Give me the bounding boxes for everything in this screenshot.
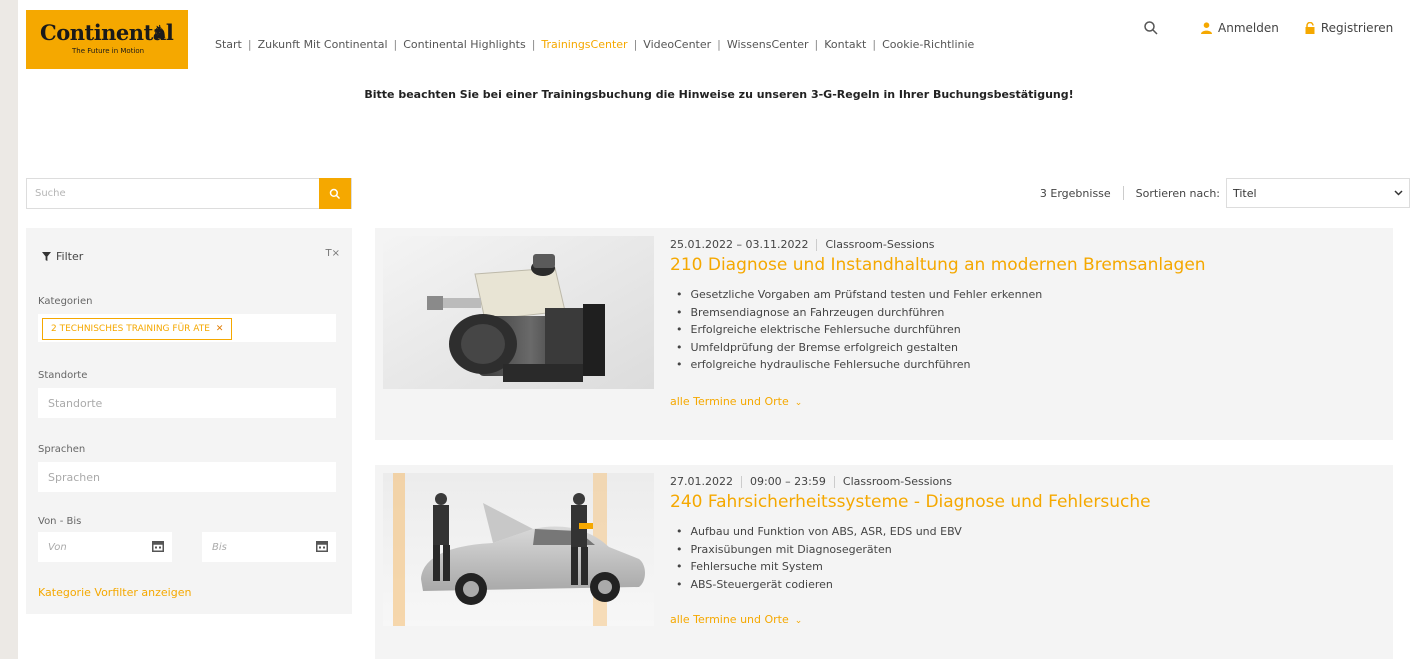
all-dates-link[interactable]: alle Termine und Orte ⌄ <box>670 395 802 408</box>
nav-separator: | <box>393 38 398 51</box>
sort-select-value: Titel <box>1233 186 1257 200</box>
page: Continental ♞ The Future in Motion Start… <box>18 0 1420 659</box>
filter-icon <box>42 252 51 261</box>
locations-label: Standorte <box>38 370 88 381</box>
from-date-field <box>38 532 172 562</box>
card-bullets: Aufbau und Funktion von ABS, ASR, EDS un… <box>676 523 962 593</box>
nav-separator: | <box>872 38 877 51</box>
chevron-down-icon: ⌄ <box>794 616 803 626</box>
bullet-item: erfolgreiche hydraulische Fehlersuche du… <box>676 356 1042 374</box>
bullet-item: Gesetzliche Vorgaben am Prüfstand testen… <box>676 286 1043 304</box>
calendar-icon[interactable] <box>316 540 328 552</box>
search-box <box>26 178 352 209</box>
card-time: 09:00 – 23:59 <box>749 475 826 488</box>
languages-input[interactable] <box>38 462 336 492</box>
search-icon <box>329 188 341 199</box>
card-dates: 25.01.2022 – 03.11.2022 <box>670 238 809 251</box>
continental-logo[interactable]: Continental ♞ The Future in Motion <box>26 10 188 69</box>
card-title[interactable]: 240 Fahrsicherheitssysteme - Diagnose un… <box>670 492 1151 512</box>
nav-item-kontakt[interactable]: Kontakt <box>824 38 866 51</box>
nav-item-start[interactable]: Start <box>215 38 242 51</box>
card-type: Classroom-Sessions <box>842 475 952 488</box>
nav-separator: | <box>717 38 721 51</box>
nav-item-wissenscenter[interactable]: WissensCenter <box>727 38 809 51</box>
login-label: Anmelden <box>1218 21 1279 35</box>
lock-icon <box>1305 22 1315 34</box>
sort-label: Sortieren nach: <box>1135 186 1220 200</box>
card-title[interactable]: 210 Diagnose und Instandhaltung an moder… <box>670 255 1206 275</box>
header-actions: Anmelden Registrieren <box>1143 20 1393 36</box>
search-input[interactable] <box>27 179 319 208</box>
nav-item-cookie-richtlinie[interactable]: Cookie-Richtlinie <box>882 38 974 51</box>
daterange-label: Von - Bis <box>38 516 82 527</box>
categories-label: Kategorien <box>38 296 93 307</box>
bullet-item: Aufbau und Funktion von ABS, ASR, EDS un… <box>676 523 962 541</box>
bullet-item: Praxisübungen mit Diagnosegeräten <box>676 541 962 559</box>
category-chip: 2 TECHNISCHES TRAINING FÜR ATE ✕ <box>42 318 233 340</box>
bullet-item: Erfolgreiche elektrische Fehlersuche dur… <box>676 321 1042 339</box>
register-button[interactable]: Registrieren <box>1305 21 1393 35</box>
locations-input[interactable] <box>38 388 336 418</box>
languages-label: Sprachen <box>38 444 86 455</box>
bullet-item: ABS-Steuergerät codieren <box>676 576 962 594</box>
all-dates-label: alle Termine und Orte <box>670 613 789 626</box>
nav-separator: | <box>814 38 819 51</box>
card-meta: 27.01.2022 09:00 – 23:59 Classroom-Sessi… <box>670 475 952 488</box>
remove-chip-icon[interactable]: ✕ <box>216 324 224 334</box>
nav-item-zukunft[interactable]: Zukunft Mit Continental <box>258 38 388 51</box>
divider <box>740 475 742 488</box>
nav-item-videocenter[interactable]: VideoCenter <box>643 38 711 51</box>
nav-separator: | <box>247 38 252 51</box>
all-dates-link[interactable]: alle Termine und Orte ⌄ <box>670 613 802 626</box>
card-dates: 27.01.2022 <box>670 475 733 488</box>
login-button[interactable]: Anmelden <box>1201 21 1279 35</box>
sort-select[interactable]: Titel <box>1226 178 1410 208</box>
brake-system-image[interactable] <box>383 236 654 389</box>
nav-item-trainingscenter[interactable]: TrainingsCenter <box>541 38 627 51</box>
workshop-car-image[interactable] <box>383 473 654 626</box>
category-chip-label: 2 TECHNISCHES TRAINING FÜR ATE <box>51 324 210 334</box>
bullet-item: Bremsendiagnose an Fahrzeugen durchführe… <box>676 304 1042 322</box>
card-type: Classroom-Sessions <box>825 238 935 251</box>
categories-field[interactable]: 2 TECHNISCHES TRAINING FÜR ATE ✕ <box>38 314 336 342</box>
search-button[interactable] <box>319 178 351 209</box>
chevron-down-icon <box>1394 190 1403 196</box>
horse-icon: ♞ <box>152 22 169 43</box>
register-label: Registrieren <box>1320 21 1394 35</box>
nav-separator: | <box>531 38 536 51</box>
filter-title: Filter <box>42 250 83 263</box>
all-dates-label: alle Termine und Orte <box>670 395 789 408</box>
to-date-field <box>202 532 336 562</box>
card-bullets: Gesetzliche Vorgaben am Prüfstand testen… <box>676 286 1043 374</box>
search-icon[interactable] <box>1143 20 1159 36</box>
booking-notice: Bitte beachten Sie bei einer Trainingsbu… <box>364 88 1074 101</box>
filter-panel: Filter T× Kategorien 2 TECHNISCHES TRAIN… <box>26 228 352 614</box>
clear-filter-icon[interactable]: T× <box>326 248 341 259</box>
training-card: 25.01.2022 – 03.11.2022 Classroom-Sessio… <box>375 228 1393 440</box>
logo-tagline: The Future in Motion <box>72 47 145 55</box>
training-card: 27.01.2022 09:00 – 23:59 Classroom-Sessi… <box>375 465 1393 659</box>
chevron-down-icon: ⌄ <box>794 398 803 408</box>
results-bar: 3 Ergebnisse Sortieren nach: Titel <box>1040 178 1410 208</box>
category-prefilter-link[interactable]: Kategorie Vorfilter anzeigen <box>38 586 191 599</box>
divider <box>833 475 835 488</box>
nav-separator: | <box>633 38 638 51</box>
divider <box>1122 186 1124 200</box>
main-nav: Start | Zukunft Mit Continental | Contin… <box>215 38 974 51</box>
calendar-icon[interactable] <box>152 540 164 552</box>
nav-item-highlights[interactable]: Continental Highlights <box>403 38 525 51</box>
bullet-item: Fehlersuche mit System <box>676 558 962 576</box>
filter-title-label: Filter <box>56 250 84 263</box>
results-count: 3 Ergebnisse <box>1039 186 1111 200</box>
bullet-item: Umfeldprüfung der Bremse erfolgreich ges… <box>676 339 1042 357</box>
user-icon <box>1201 22 1212 34</box>
divider <box>816 238 818 251</box>
card-meta: 25.01.2022 – 03.11.2022 Classroom-Sessio… <box>670 238 935 251</box>
